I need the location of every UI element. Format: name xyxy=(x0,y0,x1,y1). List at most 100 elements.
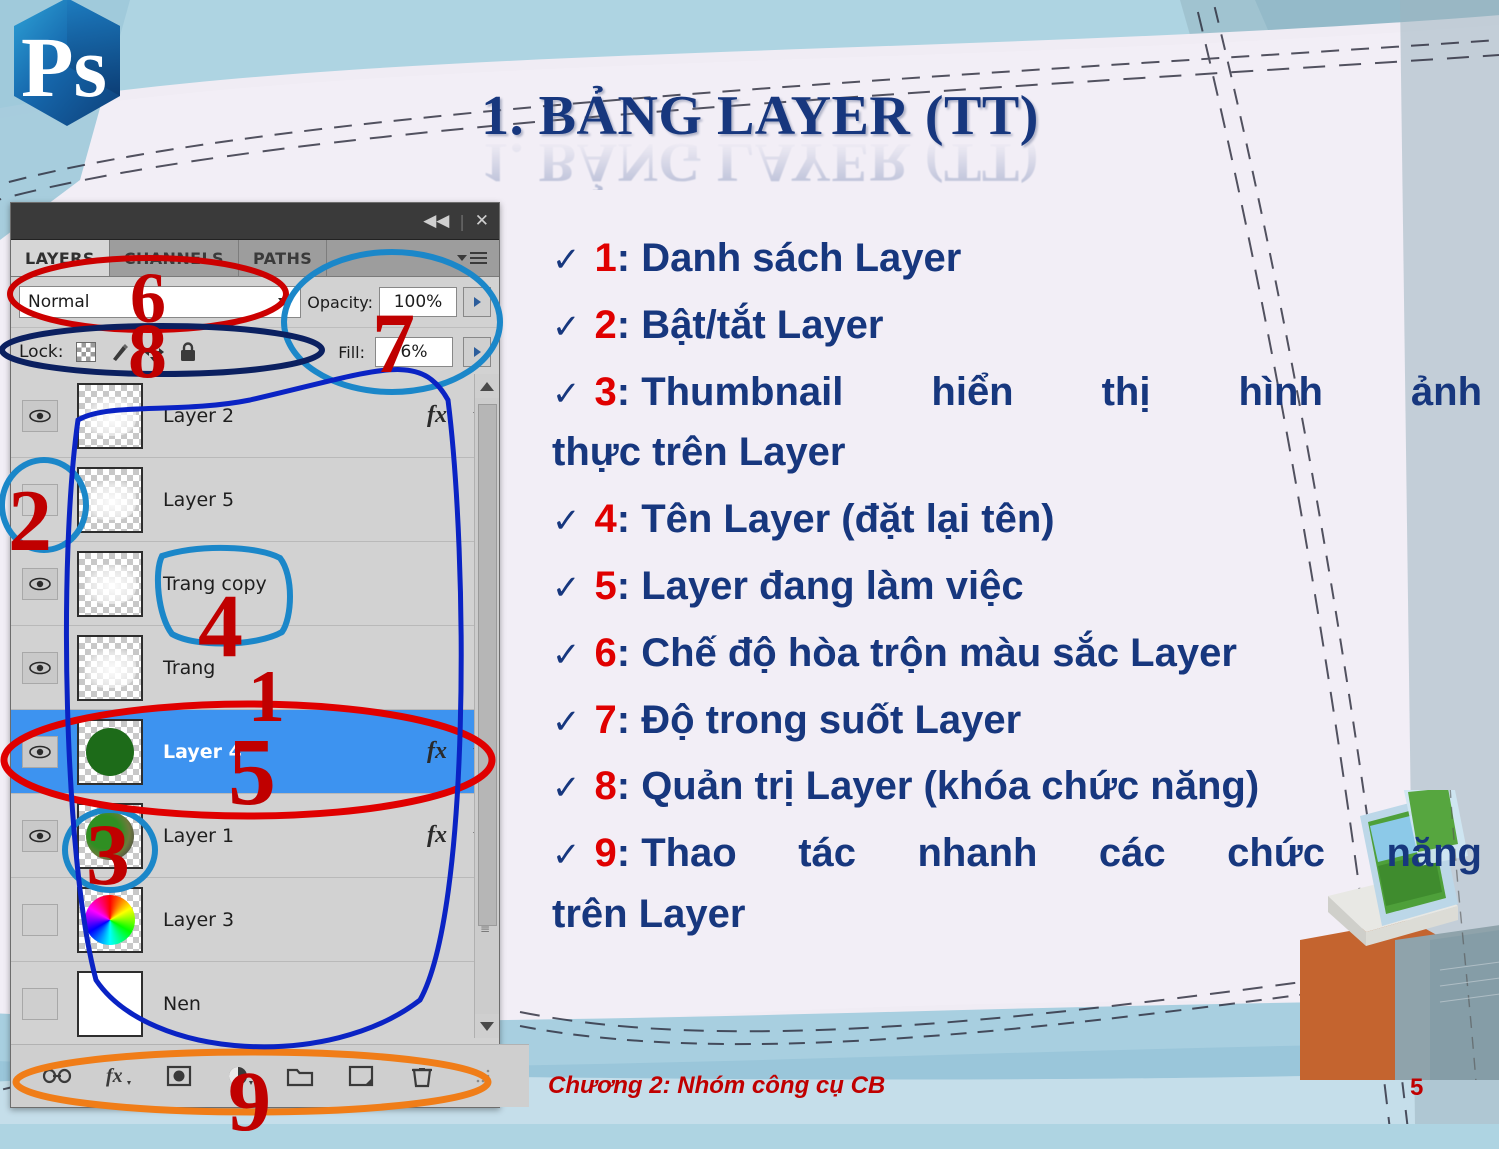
tab-paths[interactable]: PATHS xyxy=(238,240,328,276)
layer-row[interactable]: Layer 3 xyxy=(11,878,497,962)
footer-text: Chương 2: Nhóm công cụ CB xyxy=(548,1072,886,1099)
check-icon: ✓ xyxy=(552,836,581,875)
bullet-number: 2 xyxy=(594,302,617,347)
list-item: ✓ 6 : Chế độ hòa trộn màu sắc Layer xyxy=(552,631,1482,676)
lock-all-icon[interactable] xyxy=(176,340,200,364)
check-icon: ✓ xyxy=(552,241,581,279)
bullet-list: ✓ 1 : Danh sách Layer ✓ 2 : Bật/tắt Laye… xyxy=(552,236,1482,959)
layer-row[interactable]: Layer 2 fx xyxy=(11,374,497,458)
layer-visibility-toggle[interactable] xyxy=(11,819,69,852)
scrollbar-thumb[interactable] xyxy=(478,404,497,926)
layer-list-scrollbar[interactable]: ≡ xyxy=(474,374,499,1038)
layer-effects-icon[interactable]: fx xyxy=(411,822,463,849)
photoshop-layers-panel[interactable]: ◀◀ | ✕ LAYERS CHANNELS PATHS Normal Opac… xyxy=(10,202,529,1108)
bullet-colon: : xyxy=(616,302,642,347)
lock-transparent-pixels-icon[interactable] xyxy=(74,340,98,364)
layer-name[interactable]: Layer 4 xyxy=(151,741,411,763)
eye-icon[interactable] xyxy=(22,819,58,852)
check-icon: ✓ xyxy=(552,374,581,413)
bullet-text: Chế độ hòa trộn màu sắc Layer xyxy=(641,630,1237,675)
bullet-number: 3 xyxy=(594,369,617,414)
scroll-up-arrow-icon[interactable] xyxy=(475,374,499,398)
eye-icon[interactable] xyxy=(22,651,58,684)
list-item: ✓ 1 : Danh sách Layer xyxy=(552,236,1482,281)
panel-menu-icon[interactable] xyxy=(445,240,499,276)
page-title-reflection: 1. BẢNG LAYER (TT) xyxy=(481,131,1039,193)
svg-text:fx: fx xyxy=(106,1065,123,1087)
opacity-slider-button[interactable] xyxy=(463,287,491,317)
layer-name[interactable]: Layer 5 xyxy=(151,489,411,511)
layer-effects-icon[interactable]: fx xyxy=(411,738,463,765)
close-icon[interactable]: ✕ xyxy=(475,212,489,230)
blend-mode-row[interactable]: Normal Opacity: 100% xyxy=(11,277,499,328)
check-icon: ✓ xyxy=(552,702,581,741)
chevron-down-icon xyxy=(457,255,467,261)
layer-name[interactable]: Nen xyxy=(151,993,411,1015)
layer-row[interactable]: Layer 5 xyxy=(11,458,497,542)
layer-row[interactable]: Nen xyxy=(11,962,497,1038)
scroll-down-arrow-icon[interactable] xyxy=(475,1014,499,1038)
bullet-number: 6 xyxy=(594,630,617,675)
layer-thumbnail-cell[interactable] xyxy=(69,466,151,533)
bullet-text: Độ trong suốt Layer xyxy=(641,697,1022,742)
layer-thumbnail-cell[interactable] xyxy=(69,718,151,785)
bullet-number: 9 xyxy=(594,831,617,876)
check-icon: ✓ xyxy=(552,502,581,541)
layer-visibility-toggle[interactable] xyxy=(11,735,69,768)
check-icon: ✓ xyxy=(552,568,581,607)
layer-thumbnail xyxy=(77,718,143,785)
layer-visibility-toggle[interactable] xyxy=(11,903,69,936)
check-icon: ✓ xyxy=(552,307,581,346)
bullet-continuation: trên Layer xyxy=(552,891,746,936)
lock-row[interactable]: Lock: Fill: 6% xyxy=(11,328,499,377)
bullet-colon: : xyxy=(616,764,642,809)
link-layers-icon[interactable] xyxy=(40,1059,74,1093)
new-group-icon[interactable] xyxy=(283,1059,317,1093)
list-item: ✓ 3 : Thumbnail hiển thị hình ảnh xyxy=(552,370,1482,415)
fill-label: Fill: xyxy=(338,342,365,362)
layer-thumbnail-cell[interactable] xyxy=(69,634,151,701)
layer-name[interactable]: Layer 3 xyxy=(151,909,411,931)
new-layer-icon[interactable] xyxy=(344,1059,378,1093)
eye-icon-off[interactable] xyxy=(22,987,58,1020)
bullet-number: 4 xyxy=(594,497,617,542)
add-layer-mask-icon[interactable] xyxy=(162,1059,196,1093)
eye-icon-off[interactable] xyxy=(22,903,58,936)
panel-tabs[interactable]: LAYERS CHANNELS PATHS xyxy=(11,240,499,277)
panel-resize-grip-icon[interactable] xyxy=(466,1059,500,1093)
layer-effects-icon[interactable]: fx xyxy=(411,402,463,429)
delete-layer-icon[interactable] xyxy=(405,1059,439,1093)
layer-name[interactable]: Layer 1 xyxy=(151,825,411,847)
hamburger-icon xyxy=(470,252,487,264)
svg-text:Ps: Ps xyxy=(21,19,107,115)
layer-visibility-toggle[interactable] xyxy=(11,987,69,1020)
annotation-number-3: 3 xyxy=(86,807,130,904)
eye-icon[interactable] xyxy=(22,399,58,432)
list-item: ✓ 8 : Quản trị Layer (khóa chức năng) xyxy=(552,764,1482,809)
layer-visibility-toggle[interactable] xyxy=(11,399,69,432)
tab-layers[interactable]: LAYERS xyxy=(11,240,110,276)
layer-name[interactable]: Trang copy xyxy=(151,573,411,595)
bullet-number: 8 xyxy=(594,764,617,809)
check-icon: ✓ xyxy=(552,769,581,808)
fill-slider-button[interactable] xyxy=(463,337,491,367)
bullet-colon: : xyxy=(616,630,642,675)
layer-thumbnail-cell[interactable] xyxy=(69,970,151,1037)
layer-row[interactable]: Trang copy xyxy=(11,542,497,626)
layer-name[interactable]: Layer 2 xyxy=(151,405,411,427)
layer-thumbnail xyxy=(77,466,143,533)
bullet-text: Layer đang làm việc xyxy=(641,563,1024,608)
add-layer-style-icon[interactable]: fx xyxy=(101,1059,135,1093)
eye-icon[interactable] xyxy=(22,735,58,768)
layer-thumbnail-cell[interactable] xyxy=(69,550,151,617)
list-item: ✓ 2 : Bật/tắt Layer xyxy=(552,303,1482,348)
layer-visibility-toggle[interactable] xyxy=(11,651,69,684)
page-title: 1. BẢNG LAYER (TT) 1. BẢNG LAYER (TT) xyxy=(380,88,1140,193)
bullet-colon: : xyxy=(616,563,642,608)
opacity-label: Opacity: xyxy=(307,292,373,312)
collapse-icon[interactable]: ◀◀ xyxy=(423,212,449,230)
layer-visibility-toggle[interactable] xyxy=(11,567,69,600)
check-icon: ✓ xyxy=(552,635,581,674)
eye-icon[interactable] xyxy=(22,567,58,600)
annotation-number-5: 5 xyxy=(228,718,276,825)
